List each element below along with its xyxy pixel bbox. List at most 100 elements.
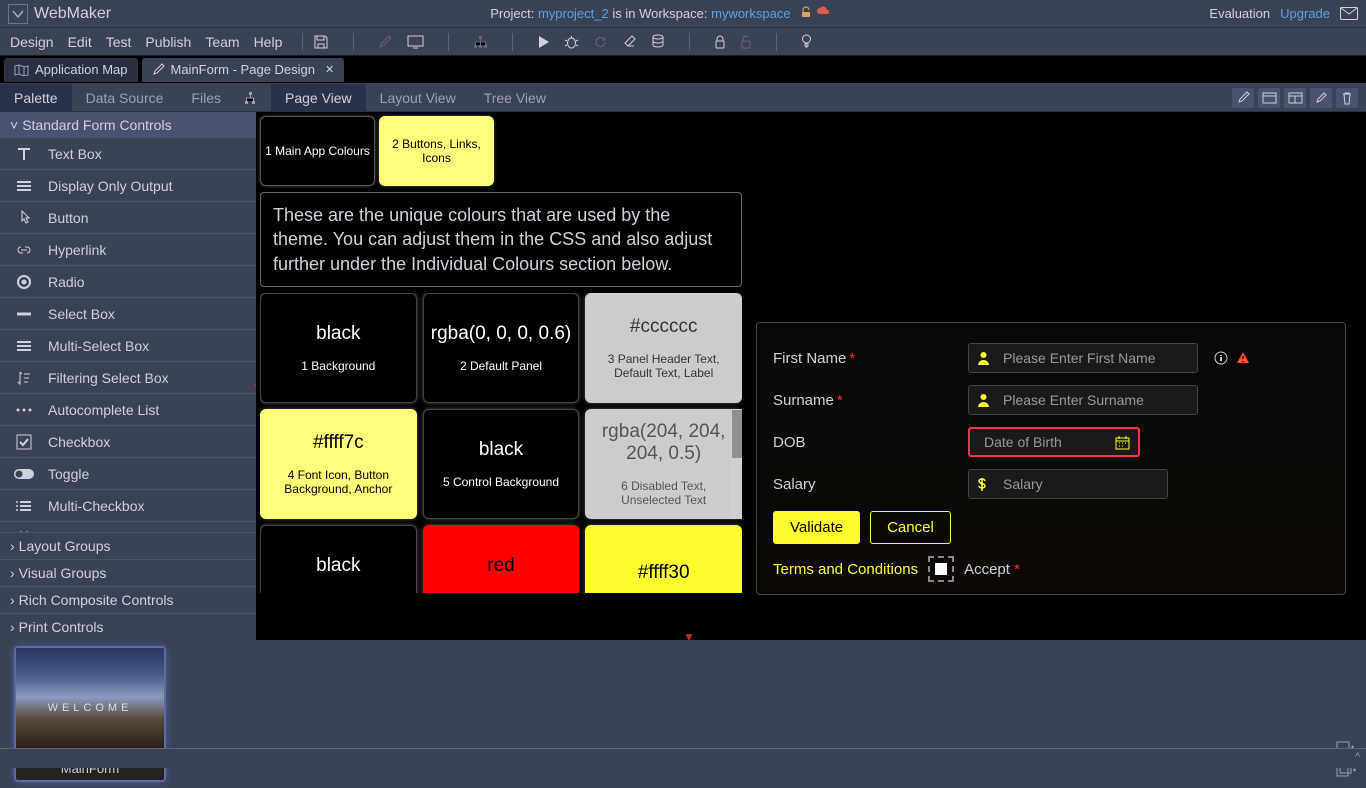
input-surname[interactable]: Please Enter Surname [968, 385, 1198, 415]
expand-up-icon[interactable]: ^ [1355, 752, 1360, 763]
refresh-icon[interactable] [593, 35, 608, 49]
palette-autocomplete[interactable]: Autocomplete List [0, 394, 256, 426]
project-name-link[interactable]: myproject_2 [538, 6, 609, 21]
close-icon[interactable]: ✕ [325, 63, 334, 76]
database-icon[interactable] [651, 34, 665, 49]
swatch-scrollbar[interactable]: ▴ ▾ [731, 409, 742, 519]
group-rich[interactable]: › Rich Composite Controls [0, 586, 256, 613]
collapse-bottom-icon[interactable]: ▼ [683, 630, 695, 644]
color-swatch[interactable]: black1 Background [260, 293, 417, 403]
palette-display-only[interactable]: Display Only Output [0, 170, 256, 202]
input-salary[interactable]: Salary [968, 469, 1168, 499]
subtab-pageview[interactable]: Page View [271, 84, 366, 112]
scroll-down-icon[interactable]: ▾ [731, 505, 742, 519]
subtab-palette[interactable]: Palette [0, 84, 72, 112]
unlock-icon[interactable] [800, 6, 812, 18]
subtab-datasource[interactable]: Data Source [72, 84, 178, 112]
eraser-icon[interactable] [622, 35, 637, 48]
swatch-label: 5 Control Background [443, 475, 559, 489]
cancel-button[interactable]: Cancel [870, 511, 951, 544]
color-swatch[interactable]: #ffff30 [585, 525, 742, 593]
tool-trash-icon[interactable] [1336, 88, 1358, 108]
menu-design[interactable]: Design [10, 34, 54, 50]
color-swatch[interactable]: #ffff7c4 Font Icon, Button Background, A… [260, 409, 417, 519]
palette-datetime[interactable]: Date Time [0, 522, 256, 532]
project-prefix: Project: [490, 6, 538, 21]
menu-team[interactable]: Team [205, 34, 239, 50]
palette-multicheckbox[interactable]: Multi-Checkbox [0, 490, 256, 522]
main-menu: Design Edit Test Publish Team Help [0, 34, 292, 50]
sitemap-icon[interactable] [473, 35, 488, 49]
toggle-icon [0, 468, 48, 480]
checkbox-inner [935, 563, 947, 575]
palette-radio[interactable]: Radio [0, 266, 256, 298]
edit-icon[interactable] [378, 34, 393, 49]
save-icon[interactable] [313, 34, 329, 50]
mail-icon[interactable] [1340, 7, 1358, 20]
tool-split-icon[interactable] [1284, 88, 1306, 108]
upgrade-link[interactable]: Upgrade [1280, 6, 1330, 21]
color-description: These are the unique colours that are us… [260, 192, 742, 287]
calendar-icon[interactable] [1115, 435, 1130, 450]
group-label: Print Controls [19, 619, 104, 635]
terms-link[interactable]: Terms and Conditions [773, 561, 918, 578]
menu-publish[interactable]: Publish [145, 34, 191, 50]
warning-icon[interactable] [1236, 351, 1250, 365]
subtab-layoutview[interactable]: Layout View [366, 84, 470, 112]
palette-hyperlink[interactable]: Hyperlink [0, 234, 256, 266]
input-firstname[interactable]: Please Enter First Name [968, 343, 1198, 373]
tool-brush-icon[interactable] [1310, 88, 1332, 108]
input-dob[interactable]: Date of Birth [968, 427, 1140, 457]
color-swatch[interactable]: black5 Control Background [423, 409, 580, 519]
color-tab-main[interactable]: 1 Main App Colours [260, 116, 375, 186]
lock-closed-icon[interactable] [714, 35, 726, 49]
color-swatch[interactable]: rgba(204, 204, 204, 0.5)6 Disabled Text,… [585, 409, 742, 519]
palette-textbox[interactable]: Text Box [0, 138, 256, 170]
menu-edit[interactable]: Edit [68, 34, 92, 50]
color-swatch[interactable]: red8 Active Button [423, 525, 580, 593]
palette-select[interactable]: Select Box [0, 298, 256, 330]
scroll-thumb[interactable] [732, 410, 742, 458]
palette-checkbox[interactable]: Checkbox [0, 426, 256, 458]
palette-filter-select[interactable]: Filtering Select Box [0, 362, 256, 394]
color-swatch[interactable]: black7 Panel Header [260, 525, 417, 593]
palette-multiselect[interactable]: Multi-Select Box [0, 330, 256, 362]
cloud-icon[interactable] [816, 6, 830, 18]
group-visual[interactable]: › Visual Groups [0, 559, 256, 586]
tab-application-map[interactable]: Application Map [4, 58, 138, 82]
lock-open-icon[interactable] [740, 35, 752, 49]
play-icon[interactable] [537, 35, 550, 49]
bug-icon[interactable] [564, 35, 579, 49]
subtab-treeview[interactable]: Tree View [470, 84, 560, 112]
color-swatch[interactable]: rgba(0, 0, 0, 0.6)2 Default Panel [423, 293, 580, 403]
tool-edit-icon[interactable] [1232, 88, 1254, 108]
validate-button[interactable]: Validate [773, 511, 860, 544]
monitor-icon[interactable] [407, 35, 424, 49]
accept-checkbox[interactable] [928, 556, 954, 582]
tab-mainform-design[interactable]: MainForm - Page Design ✕ [142, 58, 345, 82]
swatch-label: 8 Active Button [461, 591, 541, 593]
group-standard-controls[interactable]: ˅ Standard Form Controls [0, 112, 256, 138]
menu-test[interactable]: Test [106, 34, 132, 50]
color-swatch[interactable]: #cccccc3 Panel Header Text, Default Text… [585, 293, 742, 403]
item-label: Radio [48, 274, 256, 290]
palette-toggle[interactable]: Toggle [0, 458, 256, 490]
label-text: Surname [773, 392, 834, 409]
subtab-link-icon[interactable] [235, 84, 265, 112]
swatch-value: rgba(0, 0, 0, 0.6) [431, 323, 571, 345]
color-tab-buttons[interactable]: 2 Buttons, Links, Icons [379, 116, 494, 186]
group-print[interactable]: › Print Controls [0, 613, 256, 640]
bulb-icon[interactable] [801, 34, 812, 49]
tab-label: Application Map [35, 62, 128, 77]
swatch-value: #ffff7c [313, 432, 364, 454]
workspace-name-link[interactable]: myworkspace [711, 6, 790, 21]
item-label: Multi-Select Box [48, 338, 256, 354]
subtab-files[interactable]: Files [177, 84, 235, 112]
info-icon[interactable] [1214, 351, 1228, 365]
design-canvas[interactable]: 1 Main App Colours 2 Buttons, Links, Ico… [256, 112, 1366, 640]
menu-help[interactable]: Help [254, 34, 283, 50]
project-info: Project: myproject_2 is in Workspace: my… [111, 6, 1209, 21]
group-layout[interactable]: › Layout Groups [0, 532, 256, 559]
tool-window-icon[interactable] [1258, 88, 1280, 108]
palette-button[interactable]: Button [0, 202, 256, 234]
